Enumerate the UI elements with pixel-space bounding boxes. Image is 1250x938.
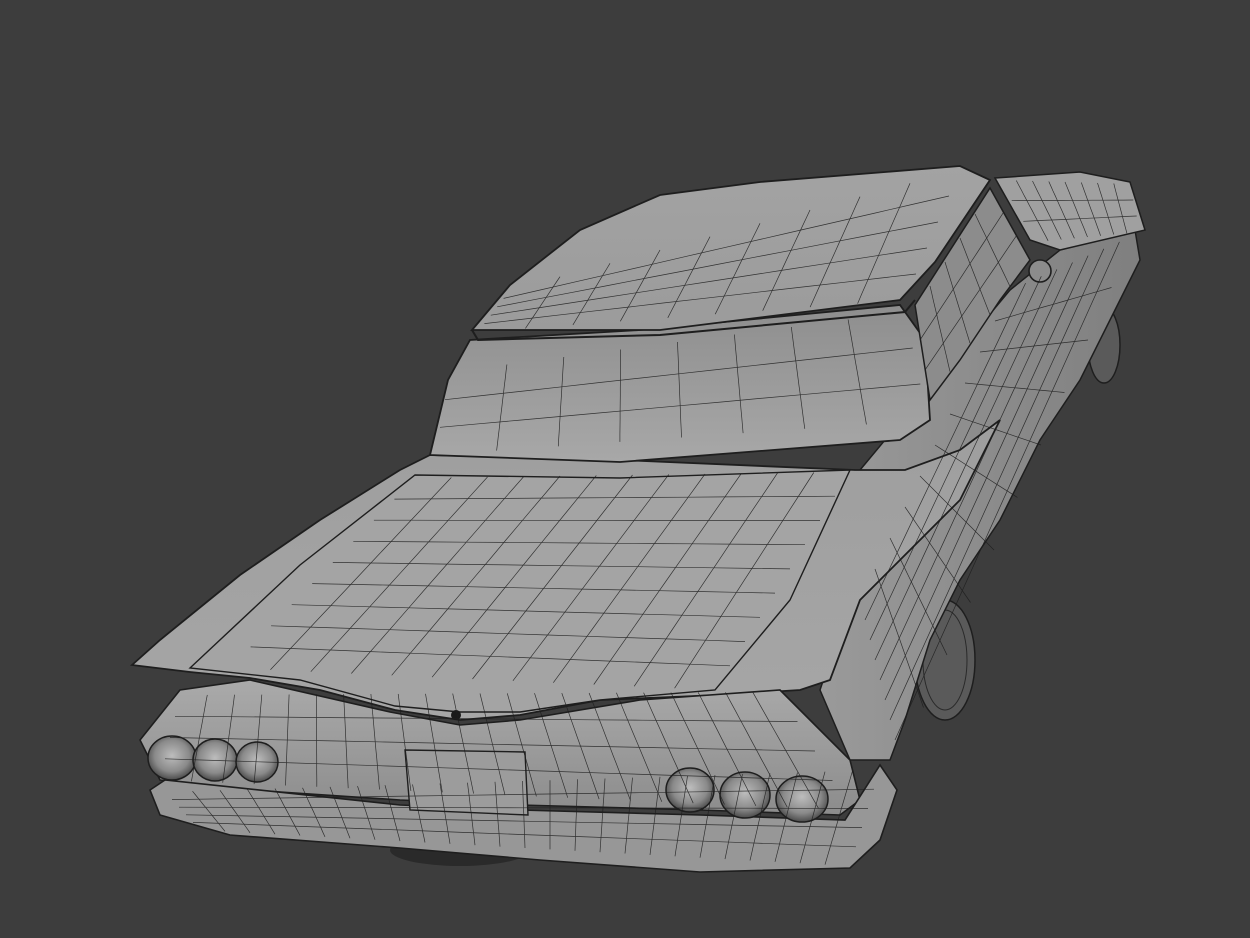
3d-viewport[interactable] bbox=[0, 0, 1250, 938]
tail-lamp bbox=[719, 771, 771, 819]
tail-lamp bbox=[665, 767, 715, 813]
roof bbox=[470, 165, 992, 331]
car-model-render bbox=[129, 165, 1146, 873]
tail-lamp bbox=[775, 775, 829, 823]
tail-lamp bbox=[147, 735, 197, 781]
